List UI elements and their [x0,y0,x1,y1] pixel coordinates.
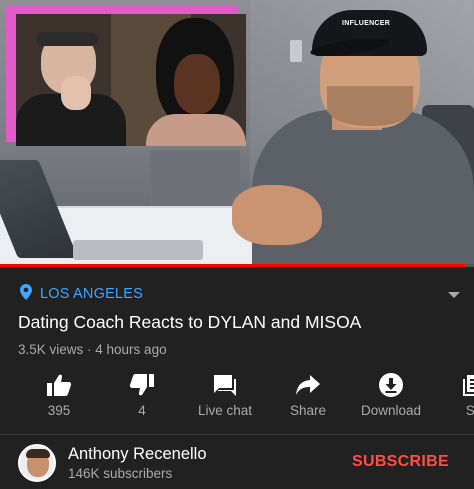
thumbs-down-icon [128,372,156,398]
share-button[interactable]: Share [263,372,353,422]
like-button[interactable]: 395 [14,372,104,422]
live-chat-button[interactable]: Live chat [180,372,270,422]
save-label: Sa [465,403,474,418]
save-icon [460,372,474,398]
dislike-button[interactable]: 4 [97,372,187,422]
video-meta: 3.5K views · 4 hours ago [18,342,167,357]
location-pin-icon [20,283,32,305]
save-button[interactable]: Sa [429,372,474,422]
video-title[interactable]: Dating Coach Reacts to DYLAN and MISOA [18,312,361,333]
presenter: INFLUENCER [232,0,474,264]
location-text: LOS ANGELES [40,286,143,302]
channel-row[interactable]: Anthony Recenello 146K subscribers SUBSC… [0,436,474,489]
chevron-down-icon[interactable] [446,288,462,300]
video-player[interactable]: INFLUENCER [0,0,474,264]
share-icon [294,372,322,398]
channel-name[interactable]: Anthony Recenello [68,445,207,464]
share-label: Share [289,403,327,418]
live-chat-icon [211,372,239,398]
progress-bar[interactable] [0,264,474,267]
dislike-count: 4 [138,403,146,418]
avatar[interactable] [18,444,56,482]
action-bar: 395 4 Live chat Share Download Sa [0,372,474,422]
download-icon [377,372,405,398]
location-link[interactable]: LOS ANGELES [20,283,143,305]
progress-fill [0,264,465,267]
cap-logo-text: INFLUENCER [342,20,391,27]
subscribe-button[interactable]: SUBSCRIBE [352,453,449,471]
download-label: Download [360,403,422,418]
like-count: 395 [47,403,71,418]
download-button[interactable]: Download [346,372,436,422]
laptop [0,160,203,260]
inset-video [16,14,246,146]
subscriber-count: 146K subscribers [68,466,173,481]
thumbs-up-icon [45,372,73,398]
live-chat-label: Live chat [197,403,253,418]
divider [0,434,474,435]
